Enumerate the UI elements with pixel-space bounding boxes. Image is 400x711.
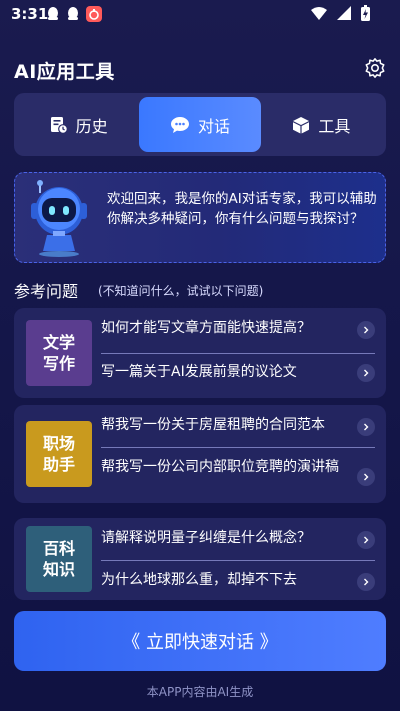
chevron-right-icon[interactable] [357, 468, 375, 486]
category-label: 文学写作 [42, 333, 75, 373]
category-thumb-encyclopedia: 百科知识 [26, 526, 92, 592]
divider [101, 353, 375, 354]
question-item[interactable]: 帮我写一份关于房屋租聘的合同范本 [101, 416, 351, 435]
notification-icons [46, 6, 102, 22]
welcome-message: 欢迎回来，我是你的AI对话专家，我可以辅助你解决多种疑问，你有什么问题与我探讨？ [107, 191, 377, 227]
status-time: 3:31 [11, 5, 49, 23]
system-icons [311, 5, 370, 21]
category-label: 百科知识 [42, 539, 75, 579]
ai-content-disclaimer: 本APP内容由AI生成 [146, 685, 254, 699]
tab-chat[interactable]: 对话 [139, 97, 261, 152]
question-item[interactable]: 帮我写一份公司内部职位竞聘的演讲稿 [101, 458, 351, 477]
chevron-right-icon[interactable] [357, 418, 375, 436]
question-item[interactable]: 请解释说明量子纠缠是什么概念？ [101, 529, 351, 548]
chevron-right-icon[interactable] [357, 364, 375, 382]
history-icon [50, 116, 68, 134]
welcome-banner: 欢迎回来，我是你的AI对话专家，我可以辅助你解决多种疑问，你有什么问题与我探讨？ [14, 172, 386, 263]
cube-icon [293, 116, 310, 133]
start-chat-label: 《 立即快速对话 》 [122, 632, 278, 653]
question-item[interactable]: 写一篇关于AI发展前景的议论文 [101, 363, 351, 382]
signal-icon [337, 6, 351, 20]
section-hint: (不知道问什么，试试以下问题) [98, 284, 264, 298]
battery-icon [361, 5, 370, 21]
tab-chat-label: 对话 [197, 116, 230, 136]
category-thumb-writing: 文学写作 [26, 320, 92, 386]
divider [101, 560, 375, 561]
tab-history-label: 历史 [75, 116, 108, 136]
question-card-encyclopedia: 百科知识 请解释说明量子纠缠是什么概念？ 为什么地球那么重，却掉不下去 [14, 518, 386, 600]
qq-icon [48, 7, 58, 20]
category-label: 职场助手 [42, 434, 75, 474]
question-card-workplace: 职场助手 帮我写一份关于房屋租聘的合同范本 帮我写一份公司内部职位竞聘的演讲稿 [14, 405, 386, 503]
chevron-right-icon[interactable] [357, 531, 375, 549]
tab-tools[interactable]: 工具 [261, 97, 382, 152]
chevron-right-icon[interactable] [357, 321, 375, 339]
chat-bubble-icon [170, 116, 189, 133]
robot-mascot-icon [31, 180, 87, 257]
tab-history[interactable]: 历史 [18, 97, 139, 152]
question-card-writing: 文学写作 如何才能写文章方面能快速提高？ 写一篇关于AI发展前景的议论文 [14, 308, 386, 398]
settings-button[interactable] [364, 57, 386, 79]
tab-tools-label: 工具 [318, 116, 351, 136]
qq-icon [68, 7, 78, 20]
divider [101, 447, 375, 448]
section-title: 参考问题 [14, 282, 79, 301]
start-chat-button[interactable]: 《 立即快速对话 》 [14, 611, 386, 671]
chevron-right-icon[interactable] [357, 573, 375, 591]
tab-bar: 历史 对话 工具 [14, 93, 386, 156]
app-notification-icon [86, 6, 102, 22]
status-bar: 3:31 [0, 0, 400, 30]
app-title: AI应用工具 [14, 61, 115, 83]
question-item[interactable]: 为什么地球那么重，却掉不下去 [101, 571, 351, 590]
question-item[interactable]: 如何才能写文章方面能快速提高？ [101, 319, 351, 338]
wifi-icon [311, 6, 327, 20]
gear-icon [365, 58, 385, 78]
category-thumb-workplace: 职场助手 [26, 421, 92, 487]
